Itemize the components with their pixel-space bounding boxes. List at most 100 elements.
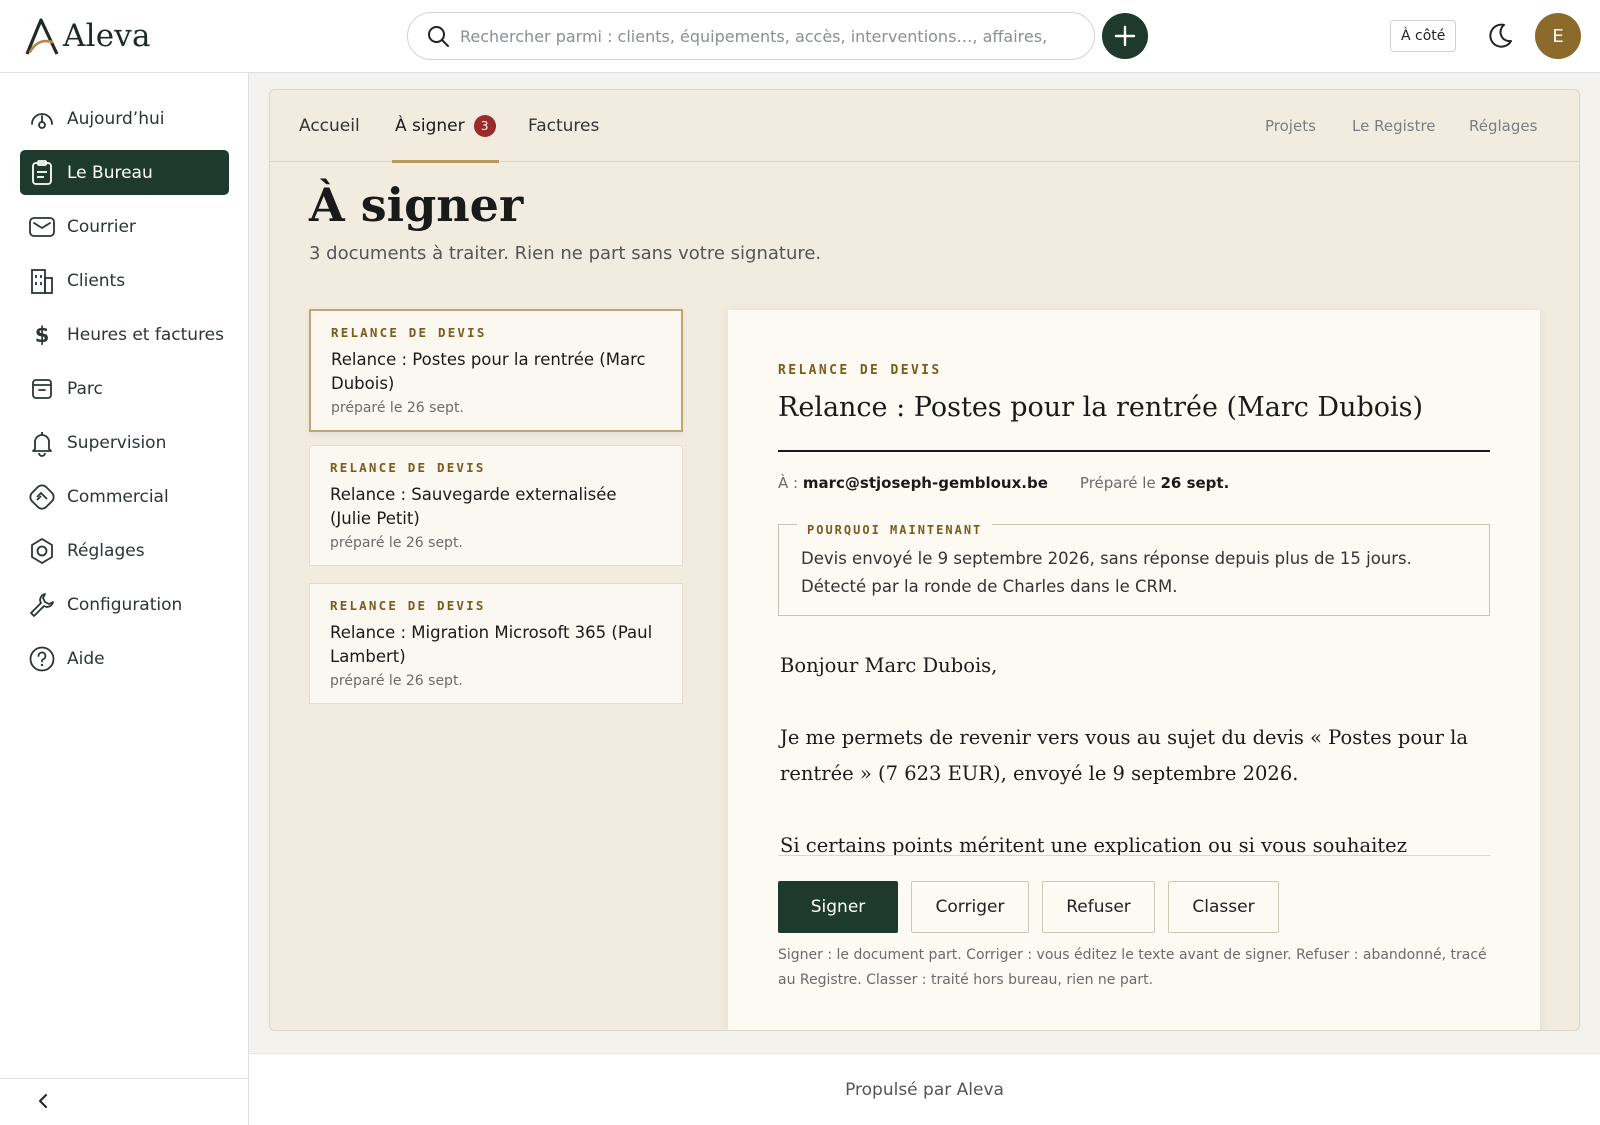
building-icon (28, 267, 56, 295)
active-tab-indicator (392, 160, 499, 163)
tab-reglages[interactable]: Réglages (1469, 90, 1537, 162)
sidebar-item-heures[interactable]: $ Heures et factures (20, 312, 229, 357)
document-date: préparé le 26 sept. (330, 535, 463, 551)
letter-body[interactable]: Bonjour Marc Dubois, Je me permets de re… (780, 648, 1470, 855)
recipient-label: À : (778, 474, 799, 492)
footer: Propulsé par Aleva (249, 1053, 1600, 1125)
top-bar: Aleva À côté E (0, 0, 1600, 73)
sidebar-item-parc[interactable]: Parc (20, 366, 229, 411)
prepared-label: Préparé le (1079, 474, 1156, 492)
sidebar-item-label: Commercial (67, 486, 169, 507)
document-date: préparé le 26 sept. (331, 400, 464, 416)
sidebar-item-label: Aujourd’hui (67, 108, 165, 129)
why-now-box: POURQUOI MAINTENANT Devis envoyé le 9 se… (778, 516, 1490, 616)
why-now-text: Devis envoyé le 9 septembre 2026, sans r… (801, 549, 1412, 596)
sidebar-item-courrier[interactable]: Courrier (20, 204, 229, 249)
detail-kicker: RELANCE DE DEVIS (778, 363, 942, 378)
actions-help: Signer : le document part. Corriger : vo… (778, 947, 1487, 988)
sidebar-item-commercial[interactable]: Commercial (20, 474, 229, 519)
document-preview: RELANCE DE DEVIS Relance : Postes pour l… (728, 310, 1540, 1030)
detail-meta: À : marc@stjoseph-gembloux.be Préparé le… (778, 474, 1229, 492)
letter-paragraph: Je me permets de revenir vers vous au su… (780, 726, 1469, 785)
letter-paragraph: Si certains points méritent une explicat… (780, 834, 1407, 855)
file-button[interactable]: Classer (1168, 881, 1279, 933)
count-badge: 3 (473, 115, 496, 137)
sidebar-item-aide[interactable]: Aide (20, 636, 229, 681)
dollar-icon: $ (34, 322, 50, 347)
tab-a-signer[interactable]: À signer 3 (392, 90, 499, 163)
title-divider (778, 450, 1490, 452)
sidebar-item-supervision[interactable]: Supervision (20, 420, 229, 465)
wrench-icon (28, 591, 56, 619)
add-button[interactable] (1102, 13, 1148, 59)
bell-icon (28, 429, 56, 457)
chevron-left-icon[interactable] (34, 1092, 52, 1110)
sidebar-item-today[interactable]: Aujourd’hui (20, 96, 229, 141)
tab-accueil[interactable]: Accueil (299, 90, 360, 162)
mail-icon (28, 213, 56, 241)
prepared-value: 26 sept. (1160, 474, 1230, 492)
sidebar-item-label: Heures et factures (67, 324, 225, 345)
tab-label: Accueil (299, 116, 360, 136)
logo-mark-icon (25, 18, 59, 55)
recipient-email: marc@stjoseph-gembloux.be (802, 474, 1048, 492)
tab-factures[interactable]: Factures (528, 90, 599, 162)
tab-projets[interactable]: Projets (1265, 90, 1316, 162)
gauge-icon (28, 105, 56, 133)
handshake-icon (28, 483, 56, 511)
search-icon (428, 26, 449, 47)
sidebar-item-label: Clients (67, 270, 126, 291)
moon-icon[interactable] (1484, 20, 1516, 52)
document-card[interactable]: RELANCE DE DEVIS Relance : Postes pour l… (309, 309, 683, 432)
sidebar-item-label: Supervision (67, 432, 167, 453)
search-input[interactable] (460, 26, 1060, 46)
sidebar-item-clients[interactable]: Clients (20, 258, 229, 303)
document-title: Relance : Postes pour la rentrée (Marc D… (331, 350, 646, 393)
logo-text: Aleva (63, 18, 151, 54)
actions-divider (778, 855, 1490, 856)
plus-icon (1114, 25, 1136, 47)
sidebar-item-label: Courrier (67, 216, 136, 237)
sidebar-item-configuration[interactable]: Configuration (20, 582, 229, 627)
document-title: Relance : Migration Microsoft 365 (Paul … (330, 623, 653, 666)
sidebar-item-label: Aide (67, 648, 105, 669)
document-title: Relance : Sauvegarde externalisée (Julie… (330, 485, 617, 528)
tab-bar: Accueil À signer 3 Factures Projets Le R… (270, 90, 1579, 163)
sidebar-item-reglages[interactable]: Réglages (20, 528, 229, 573)
main-area: Accueil À signer 3 Factures Projets Le R… (249, 73, 1600, 1053)
tab-registre[interactable]: Le Registre (1352, 90, 1436, 162)
recipient: À : marc@stjoseph-gembloux.be (778, 474, 1048, 492)
document-kicker: RELANCE DE DEVIS (330, 460, 486, 475)
sidebar-item-label: Réglages (67, 540, 145, 561)
help-icon (28, 645, 56, 673)
sign-button[interactable]: Signer (778, 881, 898, 933)
document-card[interactable]: RELANCE DE DEVIS Relance : Migration Mic… (309, 583, 683, 704)
document-kicker: RELANCE DE DEVIS (331, 325, 487, 340)
acote-button[interactable]: À côté (1390, 20, 1457, 52)
bureau-panel: Accueil À signer 3 Factures Projets Le R… (269, 89, 1580, 1031)
page-title: À signer (309, 178, 524, 232)
detail-title: Relance : Postes pour la rentrée (Marc D… (778, 392, 1424, 423)
letter-paragraph: Bonjour Marc Dubois, (780, 654, 998, 677)
prepared-date: Préparé le 26 sept. (1080, 474, 1229, 492)
tab-label: À signer (395, 116, 465, 136)
sidebar-item-label: Le Bureau (67, 162, 153, 183)
sidebar-footer (0, 1078, 249, 1125)
archive-icon (28, 375, 56, 403)
sidebar-item-label: Parc (67, 378, 103, 399)
sidebar-item-bureau[interactable]: Le Bureau (20, 150, 229, 195)
search-bar[interactable] (407, 12, 1095, 60)
document-date: préparé le 26 sept. (330, 673, 463, 689)
document-card[interactable]: RELANCE DE DEVIS Relance : Sauvegarde ex… (309, 445, 683, 566)
correct-button[interactable]: Corriger (911, 881, 1029, 933)
tab-label: Factures (528, 116, 600, 136)
avatar[interactable]: E (1535, 13, 1581, 59)
clipboard-icon (28, 159, 56, 187)
settings-icon (28, 537, 56, 565)
page-subtitle: 3 documents à traiter. Rien ne part sans… (309, 243, 822, 264)
logo[interactable]: Aleva (24, 16, 151, 56)
why-now-legend: POURQUOI MAINTENANT (797, 516, 993, 544)
sidebar-item-label: Configuration (67, 594, 183, 615)
refuse-button[interactable]: Refuser (1042, 881, 1155, 933)
document-kicker: RELANCE DE DEVIS (330, 598, 486, 613)
